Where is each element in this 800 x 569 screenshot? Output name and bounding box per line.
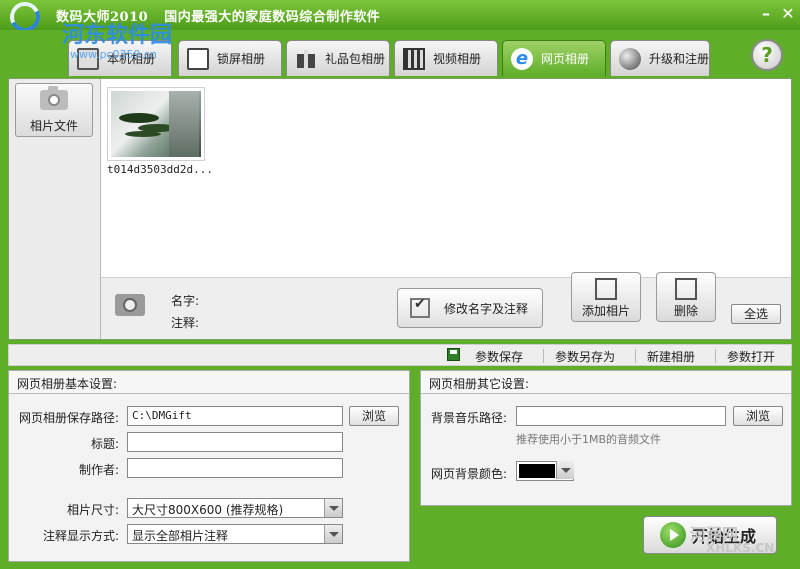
color-dropdown: [555, 461, 574, 481]
author-input[interactable]: [127, 458, 343, 478]
delete-label: 删除: [673, 304, 698, 318]
params-toolbar: 参数保存 参数另存为 新建相册 参数打开: [8, 344, 792, 366]
caption-mode-value: 显示全部相片注释: [132, 529, 229, 543]
caption-mode-select[interactable]: 显示全部相片注释: [127, 524, 343, 544]
trash-icon: [675, 278, 697, 300]
music-path-input[interactable]: [516, 406, 726, 426]
ie-icon: e: [511, 47, 533, 70]
camera-icon: [40, 86, 68, 110]
new-album-button[interactable]: 新建相册: [647, 348, 695, 365]
color-swatch: [519, 464, 555, 478]
delete-button[interactable]: 删除: [656, 272, 716, 322]
tab-label: 视频相册: [433, 52, 482, 66]
photo-files-button[interactable]: 相片文件: [15, 83, 93, 137]
left-panel: 相片文件: [9, 79, 101, 339]
caption-mode-label: 注释显示方式:: [43, 529, 120, 543]
thumbnail-caption: t014d3503dd2d...: [107, 163, 213, 176]
edit-check-icon: [410, 296, 430, 318]
title-input[interactable]: [127, 432, 343, 452]
add-photo-icon: [595, 278, 617, 300]
note-label: 注释:: [171, 316, 200, 330]
save-params-as-button[interactable]: 参数另存为: [555, 348, 615, 365]
minimize-button[interactable]: –: [756, 4, 776, 24]
help-button[interactable]: ?: [751, 39, 783, 71]
name-label: 名字:: [171, 294, 200, 308]
edit-name-note-button[interactable]: 修改名字及注释: [397, 288, 543, 328]
title-label: 标题:: [91, 437, 120, 451]
add-photo-button[interactable]: 添加相片: [571, 272, 641, 322]
chevron-down-icon: [324, 525, 342, 543]
watermark-url: www.pc0359.cn: [70, 48, 158, 61]
tab-label: 礼品包相册: [325, 52, 386, 66]
browse-save-path-button[interactable]: 浏览: [349, 406, 399, 426]
corner-watermark-url: XHLKS.CN: [706, 541, 775, 555]
music-path-label: 背景音乐路径:: [431, 411, 508, 425]
bg-color-label: 网页背景颜色:: [431, 467, 508, 481]
chevron-down-icon: [324, 499, 342, 517]
monitor-icon: [187, 47, 209, 70]
edit-button-label: 修改名字及注释: [444, 301, 529, 316]
camera-icon: [115, 294, 145, 316]
thumbnail-image: [111, 91, 201, 157]
app-logo-icon: [5, 0, 62, 37]
chevron-down-icon: [556, 461, 574, 479]
photo-info-bar: 名字: 注释: 修改名字及注释 添加相片 删除 全选: [101, 272, 791, 339]
tab-video-album[interactable]: 视频相册: [394, 40, 498, 76]
tab-label: 网页相册: [541, 52, 590, 66]
basic-settings-panel: 网页相册基本设置: 网页相册保存路径: C:\DMGift 浏览 标题: 制作者…: [8, 370, 410, 562]
other-settings-panel: 网页相册其它设置: 背景音乐路径: 浏览 推荐使用小于1MB的音频文件 网页背景…: [420, 370, 792, 506]
gift-icon: [295, 48, 317, 70]
basic-settings-heading: 网页相册基本设置:: [9, 371, 409, 394]
other-settings-heading: 网页相册其它设置:: [421, 371, 791, 394]
tab-gift-album[interactable]: 礼品包相册: [286, 40, 390, 76]
tab-upgrade-register[interactable]: 升级和注册: [610, 40, 710, 76]
photo-size-label: 相片尺寸:: [67, 503, 120, 517]
toolbar-divider: [715, 349, 716, 363]
open-params-button[interactable]: 参数打开: [727, 348, 775, 365]
save-path-input[interactable]: C:\DMGift: [127, 406, 343, 426]
photo-thumbnail[interactable]: [107, 87, 205, 161]
film-icon: [403, 47, 425, 70]
author-label: 制作者:: [79, 463, 120, 477]
watermark-logo: 河东软件园: [62, 22, 173, 48]
close-button[interactable]: ✕: [778, 4, 798, 24]
save-path-label: 网页相册保存路径:: [19, 411, 120, 425]
tab-label: 锁屏相册: [217, 52, 266, 66]
tab-label: 升级和注册: [648, 52, 709, 66]
photo-size-select[interactable]: 大尺寸800X600 (推荐规格): [127, 498, 343, 518]
tab-lockscreen-album[interactable]: 锁屏相册: [178, 40, 282, 76]
toolbar-divider: [543, 349, 544, 363]
save-disk-icon: [447, 348, 460, 361]
photo-files-label: 相片文件: [29, 119, 78, 133]
browse-music-button[interactable]: 浏览: [733, 406, 783, 426]
thumbnail-area: t014d3503dd2d...: [101, 79, 791, 277]
play-icon: [660, 522, 686, 548]
globe-icon: [619, 47, 641, 70]
bg-color-picker[interactable]: [516, 461, 574, 481]
album-workspace: 相片文件 t014d3503dd2d... 名字: 注释: 修改名字及注释 添加…: [8, 78, 792, 340]
toolbar-divider: [635, 349, 636, 363]
music-hint: 推荐使用小于1MB的音频文件: [516, 433, 662, 446]
save-params-button[interactable]: 参数保存: [475, 348, 523, 365]
add-photo-label: 添加相片: [581, 304, 630, 318]
app-subtitle: 国内最强大的家庭数码综合制作软件: [164, 10, 381, 25]
photo-size-value: 大尺寸800X600 (推荐规格): [132, 503, 284, 517]
select-all-button[interactable]: 全选: [731, 304, 781, 324]
tab-web-album[interactable]: e 网页相册: [502, 40, 606, 76]
